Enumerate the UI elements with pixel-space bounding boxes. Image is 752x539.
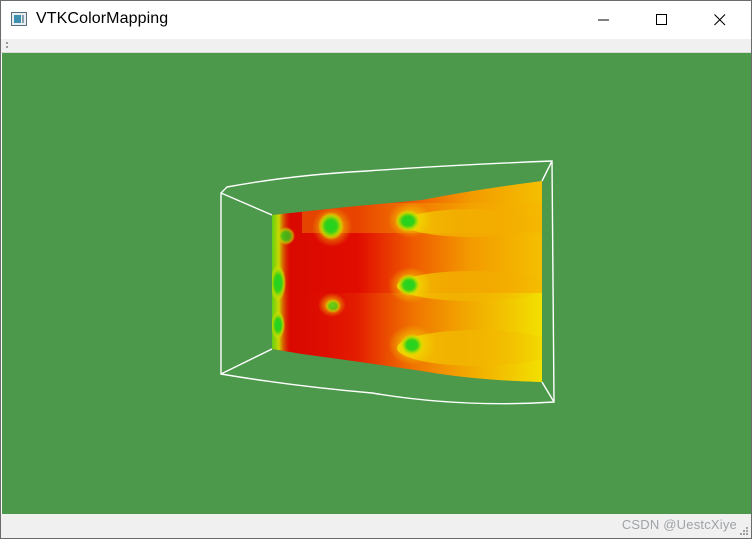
render-viewport[interactable] bbox=[2, 53, 751, 514]
title-bar[interactable]: VTKColorMapping bbox=[1, 1, 751, 39]
vtk-app-icon bbox=[11, 12, 27, 26]
toolbar-strip bbox=[1, 39, 751, 53]
render-scene bbox=[220, 160, 555, 405]
maximize-icon bbox=[656, 13, 667, 25]
watermark-text: CSDN @UestcXiye bbox=[621, 517, 737, 532]
size-grip-icon[interactable] bbox=[739, 526, 749, 536]
maximize-button[interactable] bbox=[639, 1, 685, 38]
minimize-button[interactable] bbox=[581, 1, 627, 38]
close-button[interactable] bbox=[697, 1, 743, 38]
close-icon bbox=[714, 13, 726, 25]
toolbar-grip-icon[interactable] bbox=[6, 42, 10, 48]
color-mapped-surface bbox=[272, 181, 542, 382]
window-title: VTKColorMapping bbox=[36, 10, 169, 27]
status-bar: CSDN @UestcXiye bbox=[1, 514, 751, 538]
app-window: VTKColorMapping CSDN @UestcXiye bbox=[0, 0, 752, 539]
minimize-icon bbox=[598, 19, 609, 20]
